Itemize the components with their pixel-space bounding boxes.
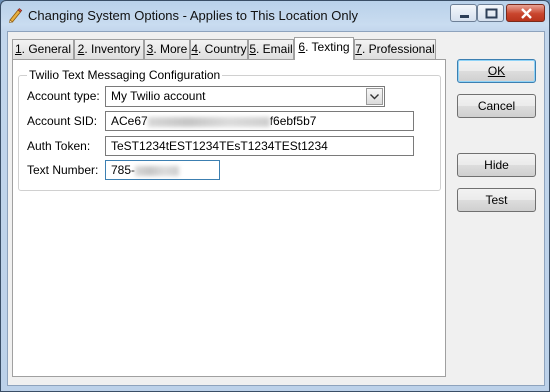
tab-email-label: . Email	[256, 42, 293, 56]
pencil-icon	[9, 8, 23, 23]
hide-button[interactable]: Hide	[457, 153, 536, 177]
dropdown-button[interactable]	[366, 88, 383, 105]
test-button[interactable]: Test	[457, 188, 536, 212]
tab-inventory[interactable]: 2. Inventory	[74, 39, 144, 59]
minimize-button[interactable]	[450, 4, 477, 22]
account-sid-field[interactable]: ACe67 f6ebf5b7	[105, 111, 414, 131]
tab-more-label: . More	[153, 42, 188, 56]
tab-professional-label: . Professional	[361, 42, 435, 56]
hide-button-label: Hide	[484, 158, 509, 172]
tab-more[interactable]: 3. More	[144, 39, 190, 59]
text-number-prefix: 785-	[111, 163, 136, 177]
cancel-button[interactable]: Cancel	[457, 94, 536, 118]
auth-token-field[interactable]: TeST1234tEST1234TEsT1234TESt1234	[105, 136, 414, 156]
tab-country-label: . Country	[198, 42, 247, 56]
close-icon	[521, 8, 532, 19]
options-window: Changing System Options - Applies to Thi…	[0, 0, 550, 392]
account-type-select[interactable]: My Twilio account	[105, 86, 385, 107]
minimize-icon	[460, 15, 469, 18]
title-bar[interactable]: Changing System Options - Applies to Thi…	[1, 1, 549, 31]
tab-texting[interactable]: 6. Texting	[294, 37, 354, 60]
test-button-label: Test	[485, 193, 508, 207]
account-sid-prefix: ACe67	[111, 114, 148, 128]
account-type-label: Account type:	[27, 89, 100, 103]
tab-country[interactable]: 4. Country	[190, 39, 248, 59]
account-sid-suffix: f6ebf5b7	[269, 114, 317, 128]
close-button[interactable]	[506, 4, 545, 22]
tab-general-label: . General	[21, 42, 72, 56]
tab-email-key: 5	[249, 42, 256, 56]
tab-email[interactable]: 5. Email	[248, 39, 294, 59]
cancel-button-label: Cancel	[477, 99, 516, 113]
redacted-region	[135, 165, 180, 176]
tab-professional[interactable]: 7. Professional	[354, 39, 436, 59]
maximize-icon	[485, 8, 498, 19]
texting-tab-panel: Twilio Text Messaging Configuration Acco…	[12, 59, 446, 377]
text-number-label: Text Number:	[27, 163, 99, 177]
group-title: Twilio Text Messaging Configuration	[27, 68, 223, 82]
account-type-value: My Twilio account	[111, 89, 206, 103]
ok-button-label: OK	[487, 64, 506, 78]
window-title: Changing System Options - Applies to Thi…	[28, 8, 358, 23]
tab-country-key: 4	[191, 42, 198, 56]
auth-token-label: Auth Token:	[27, 139, 91, 153]
dialog-client-area: 1. General 2. Inventory 3. More 4. Count…	[7, 31, 545, 386]
tab-general-key: 1	[14, 42, 22, 56]
chevron-down-icon	[370, 94, 379, 100]
tab-inventory-label: . Inventory	[84, 42, 141, 56]
twilio-config-group: Twilio Text Messaging Configuration Acco…	[18, 68, 441, 191]
tab-general[interactable]: 1. General	[12, 39, 74, 59]
text-number-field[interactable]: 785-	[105, 160, 220, 180]
redacted-region	[147, 116, 270, 127]
tab-professional-key: 7	[355, 42, 362, 56]
tab-texting-label: . Texting	[305, 40, 350, 54]
account-sid-label: Account SID:	[27, 114, 98, 128]
auth-token-value: TeST1234tEST1234TEsT1234TESt1234	[111, 139, 328, 153]
ok-button[interactable]: OK	[457, 59, 536, 83]
maximize-button[interactable]	[477, 4, 504, 22]
